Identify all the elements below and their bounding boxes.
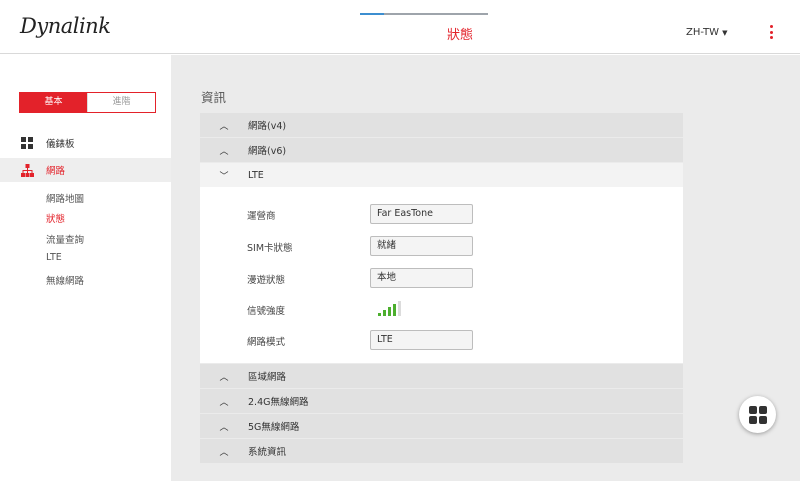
sim-status-row: SIM卡狀態 就緒 <box>200 236 683 256</box>
mode-toggle: 基本 進階 <box>19 92 156 113</box>
chevron-up-icon: ︿ <box>219 372 229 383</box>
signal-bar <box>388 307 391 316</box>
main-content: 資訊 ︿ 網路(v4) ︿ 網路(v6) ﹀ LTE 運營商 Far EasTo… <box>171 55 800 481</box>
section-title: 資訊 <box>201 90 227 105</box>
apps-fab-button[interactable] <box>739 396 776 433</box>
apps-grid-icon <box>748 405 767 424</box>
carrier-field: Far EasTone <box>370 204 473 224</box>
subnav-traffic[interactable]: 流量查詢 <box>46 232 84 246</box>
accordion-wifi-5g[interactable]: ︿ 5G無線網路 <box>200 414 683 438</box>
chevron-up-icon: ︿ <box>219 121 229 132</box>
chevron-down-icon: ﹀ <box>219 171 229 182</box>
roaming-field: 本地 <box>370 268 473 288</box>
sim-status-label: SIM卡狀態 <box>247 243 293 254</box>
caret-down-icon: ▼ <box>722 29 728 37</box>
accordion-label: 區域網路 <box>248 372 287 383</box>
signal-strength-icon <box>378 300 401 316</box>
network-mode-label: 網路模式 <box>247 337 286 348</box>
chevron-up-icon: ︿ <box>219 397 229 408</box>
carrier-label: 運營商 <box>247 211 276 222</box>
signal-bar <box>378 313 381 316</box>
subnav-wireless[interactable]: 無線網路 <box>46 273 84 287</box>
sidebar-item-label: 儀錶板 <box>46 139 75 150</box>
roaming-label: 漫遊狀態 <box>247 275 286 286</box>
roaming-row: 漫遊狀態 本地 <box>200 268 683 288</box>
accordion-wifi-24g[interactable]: ︿ 2.4G無線網路 <box>200 389 683 413</box>
language-label: ZH-TW <box>686 27 720 38</box>
accordion-lan[interactable]: ︿ 區域網路 <box>200 364 683 388</box>
lte-panel: 運營商 Far EasTone SIM卡狀態 就緒 漫遊狀態 本地 信號強度 網… <box>200 187 683 363</box>
accordion-label: 5G無線網路 <box>248 422 300 433</box>
signal-bar <box>383 310 386 316</box>
network-mode-field: LTE <box>370 330 473 350</box>
more-menu-icon[interactable] <box>770 25 773 39</box>
sim-status-field: 就緒 <box>370 236 473 256</box>
signal-bar <box>393 304 396 316</box>
sidebar-item-dashboard[interactable]: 儀錶板 <box>0 131 171 155</box>
basic-mode-button[interactable]: 基本 <box>20 93 87 112</box>
chevron-up-icon: ︿ <box>219 146 229 157</box>
accordion-lte[interactable]: ﹀ LTE <box>200 163 683 187</box>
accordion-network-v6[interactable]: ︿ 網路(v6) <box>200 138 683 162</box>
top-header: Dynalink 狀態 ZH-TW ▼ <box>0 0 800 54</box>
network-icon <box>21 163 34 177</box>
accordion-label: 2.4G無線網路 <box>248 397 309 408</box>
accordion-network-v4[interactable]: ︿ 網路(v4) <box>200 113 683 137</box>
accordion-label: 系統資訊 <box>248 447 287 458</box>
dashboard-icon <box>21 136 34 150</box>
accordion-label: 網路(v4) <box>248 121 287 132</box>
subnav-network-map[interactable]: 網路地圖 <box>46 191 84 205</box>
carrier-row: 運營商 Far EasTone <box>200 204 683 224</box>
accordion-label: LTE <box>248 169 264 181</box>
language-selector[interactable]: ZH-TW ▼ <box>686 27 727 38</box>
header-accent-bar <box>360 13 488 15</box>
chevron-up-icon: ︿ <box>219 422 229 433</box>
advanced-mode-button[interactable]: 進階 <box>87 93 155 112</box>
network-mode-row: 網路模式 LTE <box>200 330 683 350</box>
signal-row: 信號強度 <box>200 299 683 319</box>
subnav-status[interactable]: 狀態 <box>46 211 65 225</box>
signal-label: 信號強度 <box>247 306 286 317</box>
subnav-lte[interactable]: LTE <box>46 252 62 263</box>
sidebar-item-label: 網路 <box>46 166 66 177</box>
page-title: 狀態 <box>446 28 473 43</box>
accordion-system-info[interactable]: ︿ 系統資訊 <box>200 439 683 463</box>
sidebar: 基本 進階 儀錶板 網路 網路地圖 狀態 流量查詢 LTE 無線網路 <box>0 55 171 481</box>
accordion-label: 網路(v6) <box>248 146 287 157</box>
sidebar-item-network[interactable]: 網路 <box>0 158 171 182</box>
chevron-up-icon: ︿ <box>219 447 229 458</box>
signal-bar <box>398 301 401 316</box>
